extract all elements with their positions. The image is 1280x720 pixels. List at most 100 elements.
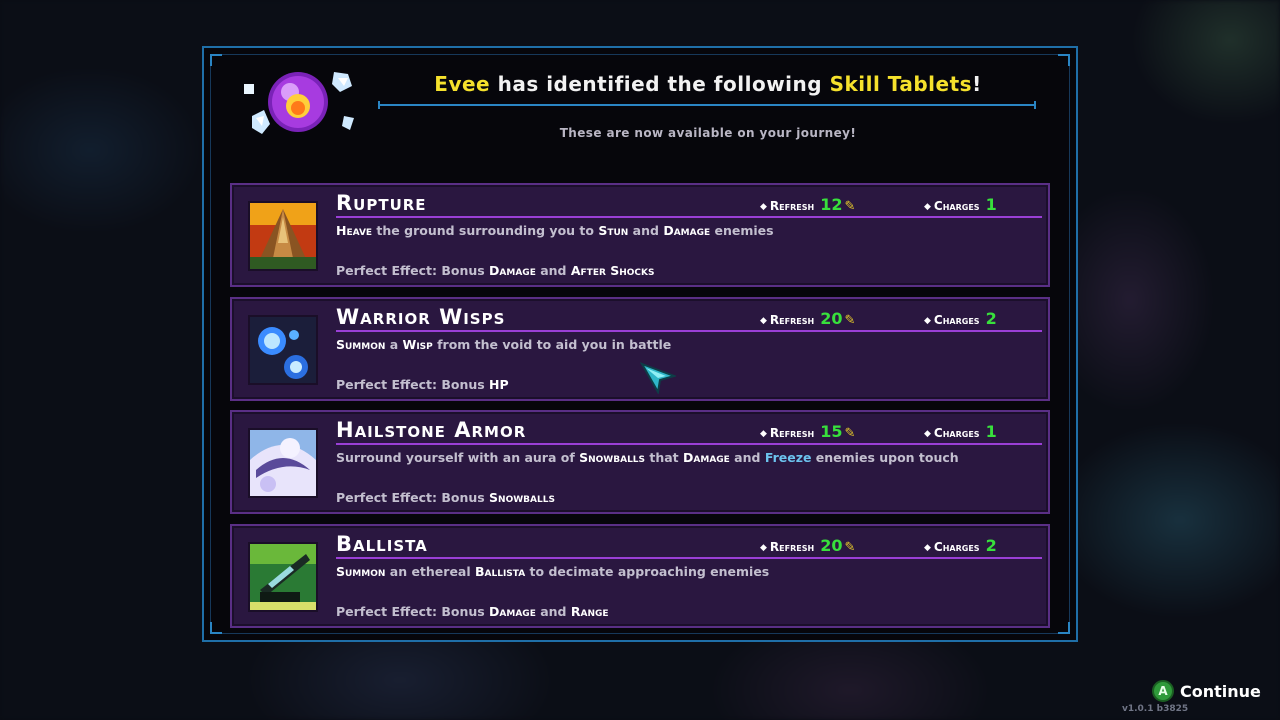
skill-name: Hailstone Armor (336, 418, 527, 442)
feather-icon: ✎ (844, 312, 856, 328)
frame-corner (1058, 622, 1070, 634)
charges-stat: ◆ Charges 2 (924, 309, 997, 328)
perfect-effect: Perfect Effect: Bonus Snowballs (336, 490, 555, 505)
skill-tablet-card[interactable]: Rupture ◆ Refresh 12 ✎ ◆ Charges 1 Heave the gro… (230, 183, 1050, 287)
perfect-effect-label: Perfect Effect: Bonus (336, 490, 490, 505)
skill-description: Surround yourself with an aura of Snowba… (336, 450, 1036, 465)
description-text: the ground surrounding you to (372, 223, 599, 238)
charges-label: Charges (933, 199, 980, 213)
keyword: Damage (489, 603, 536, 619)
diamond-bullet-icon: ◆ (760, 315, 767, 326)
refresh-stat: ◆ Refresh 12 ✎ (760, 195, 855, 214)
charges-label: Charges (933, 539, 980, 554)
skill-description: Heave the ground surrounding you to Stun… (336, 223, 1036, 238)
refresh-value: 12 (820, 195, 843, 214)
skill-divider (336, 556, 1042, 559)
description-text: enemies (710, 223, 774, 238)
ballista-icon (248, 541, 318, 612)
charges-value: 2 (985, 308, 997, 328)
refresh-label: Refresh (769, 539, 815, 554)
keyword: HP (489, 376, 509, 392)
refresh-value: 20 (820, 535, 843, 555)
charges-label: Charges (933, 312, 980, 327)
charges-value: 1 (985, 422, 997, 441)
keyword: Ballista (475, 563, 526, 579)
dialog-title: Evee has identified the following Skill … (378, 72, 1038, 96)
charges-value: 2 (985, 535, 997, 555)
version-label: v1.0.1 b3825 (1122, 704, 1189, 714)
continue-button[interactable]: A Continue (1152, 680, 1261, 702)
charges-stat: ◆ Charges 1 (924, 195, 997, 214)
continue-label: Continue (1180, 681, 1261, 701)
keyword: Heave (336, 223, 373, 238)
refresh-label: Refresh (769, 426, 815, 440)
frame-corner (210, 622, 222, 634)
keyword: Snowballs (579, 450, 646, 465)
refresh-value: 15 (820, 422, 843, 441)
keyword: Summon (336, 336, 386, 352)
description-text: from the void to aid you in battle (432, 336, 672, 352)
keyword: Freeze (764, 450, 812, 465)
skill-orb-icon (244, 72, 354, 134)
diamond-bullet-icon: ◆ (924, 315, 931, 326)
keyword: Snowballs (489, 490, 555, 505)
title-end: ! (972, 72, 982, 96)
feather-icon: ✎ (844, 539, 856, 555)
rupture-icon (248, 201, 318, 271)
refresh-label: Refresh (769, 312, 815, 327)
perfect-effect-label: Perfect Effect: Bonus (336, 376, 490, 392)
keyword: Summon (336, 563, 386, 579)
warrior-wisps-icon (248, 314, 318, 385)
skill-name: Ballista (336, 531, 428, 556)
a-button-icon: A (1152, 680, 1174, 702)
frame-corner (210, 54, 222, 66)
frame-corner (1058, 54, 1070, 66)
skill-tablet-card[interactable]: Hailstone Armor ◆ Refresh 15 ✎ ◆ Charges 1 Surro… (230, 410, 1050, 514)
skill-divider (336, 216, 1042, 218)
title-text: has identified the following (490, 72, 830, 96)
perfect-effect-label: Perfect Effect: Bonus (336, 263, 490, 278)
skill-tablet-card[interactable]: Ballista ◆ Refresh 20 ✎ ◆ Charges 2 Summon an et… (230, 523, 1050, 628)
perfect-effect: Perfect Effect: Bonus HP (336, 377, 509, 392)
description-text: that (645, 450, 684, 465)
title-highlight: Skill Tablets (829, 72, 973, 96)
skill-name: Warrior Wisps (336, 304, 506, 329)
keyword: Damage (489, 263, 536, 278)
charges-value: 1 (985, 195, 997, 214)
feather-icon: ✎ (844, 426, 856, 441)
description-text: a (385, 336, 403, 352)
dialog-subtitle: These are now available on your journey! (559, 126, 857, 140)
diamond-bullet-icon: ◆ (924, 202, 931, 212)
charges-label: Charges (933, 426, 980, 440)
refresh-value: 20 (820, 308, 843, 328)
keyword: Stun (598, 223, 629, 238)
perfect-effect: Perfect Effect: Bonus Damage and Range (336, 604, 609, 619)
hailstone-armor-icon (248, 428, 318, 498)
companion-name: Evee (434, 72, 491, 96)
perfect-effect-label: Perfect Effect: Bonus (336, 603, 490, 619)
diamond-bullet-icon: ◆ (924, 542, 931, 553)
refresh-stat: ◆ Refresh 20 ✎ (760, 309, 855, 328)
skill-name: Rupture (336, 191, 427, 215)
description-text: to decimate approaching enemies (525, 563, 770, 579)
feather-icon: ✎ (844, 199, 856, 214)
skill-description: Summon a Wisp from the void to aid you i… (336, 337, 1036, 352)
perfect-effect: Perfect Effect: Bonus Damage and After S… (336, 263, 655, 278)
description-text: and (729, 450, 765, 465)
perfect-effect-text: and (535, 603, 571, 619)
keyword: Damage (663, 223, 711, 238)
perfect-effect-text: and (535, 263, 571, 278)
diamond-bullet-icon: ◆ (924, 429, 931, 439)
skill-divider (336, 329, 1042, 332)
charges-stat: ◆ Charges 1 (924, 422, 997, 441)
diamond-bullet-icon: ◆ (760, 542, 767, 553)
pointer-cursor-icon (640, 362, 676, 394)
refresh-stat: ◆ Refresh 15 ✎ (760, 422, 855, 441)
description-text: enemies upon touch (811, 450, 959, 465)
description-text: an ethereal (385, 563, 475, 579)
skill-description: Summon an ethereal Ballista to decimate … (336, 564, 1036, 579)
keyword: Wisp (402, 336, 433, 352)
refresh-label: Refresh (769, 199, 815, 213)
keyword: Damage (683, 450, 730, 465)
header-divider (378, 101, 1036, 109)
